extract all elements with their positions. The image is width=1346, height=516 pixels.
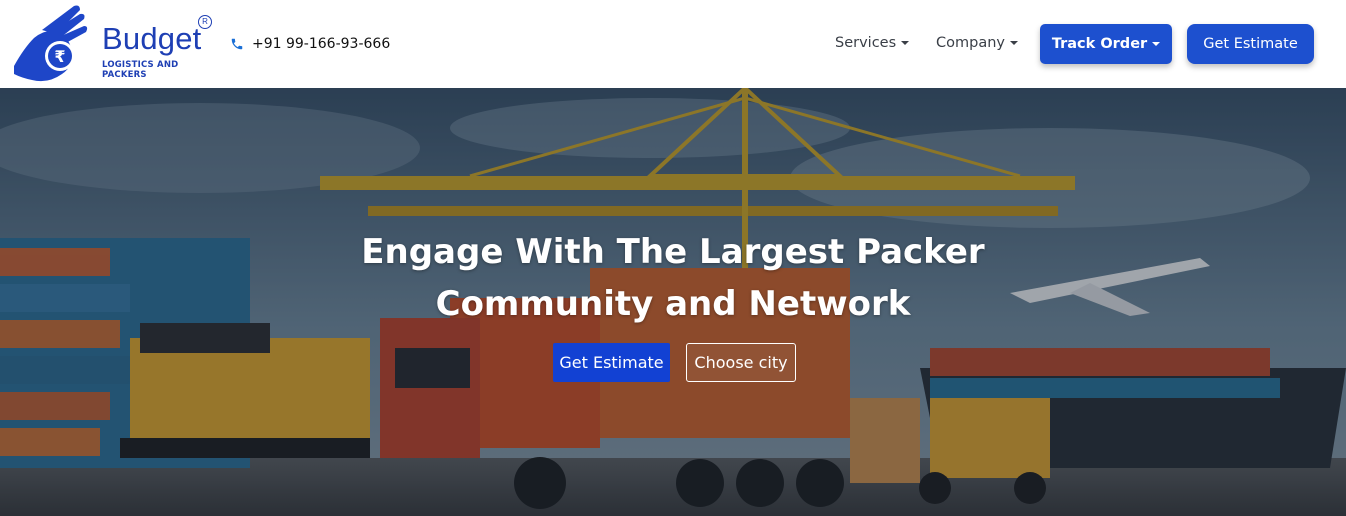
brand-name: Budget (102, 21, 202, 56)
logo-hand-rupee-icon: ₹ (14, 5, 88, 82)
phone-number: +91 99-166-93-666 (252, 36, 391, 52)
hero-heading-line1: Engage With The Largest Packer (361, 232, 985, 272)
hero-heading-line2: Community and Network (435, 284, 911, 324)
hero-banner: Engage With The Largest Packer Community… (0, 88, 1346, 516)
phone-icon (231, 38, 243, 50)
choose-city-button[interactable]: Choose city (686, 343, 796, 382)
nav-services-label: Services (835, 35, 897, 51)
brand-logo[interactable]: ₹ Budget R LOGISTICS AND PACKERS (12, 4, 217, 84)
header-get-estimate-button[interactable]: Get Estimate (1187, 24, 1314, 64)
nav-services-dropdown[interactable]: Services (835, 33, 910, 53)
caret-down-icon (1152, 42, 1161, 46)
track-order-label: Track Order (1051, 36, 1148, 52)
caret-down-icon (901, 41, 910, 45)
svg-text:₹: ₹ (54, 47, 65, 66)
hero-heading: Engage With The Largest Packer Community… (340, 226, 1006, 330)
caret-down-icon (1009, 41, 1018, 45)
hero-get-estimate-button[interactable]: Get Estimate (553, 343, 670, 382)
nav-company-label: Company (936, 35, 1005, 51)
nav-company-dropdown[interactable]: Company (936, 33, 1018, 53)
site-header: ₹ Budget R LOGISTICS AND PACKERS +91 99-… (0, 0, 1346, 88)
registered-mark: R (198, 15, 212, 29)
track-order-button[interactable]: Track Order (1040, 24, 1172, 64)
brand-tagline: LOGISTICS AND PACKERS (102, 60, 179, 80)
phone-contact[interactable]: +91 99-166-93-666 (230, 34, 390, 54)
